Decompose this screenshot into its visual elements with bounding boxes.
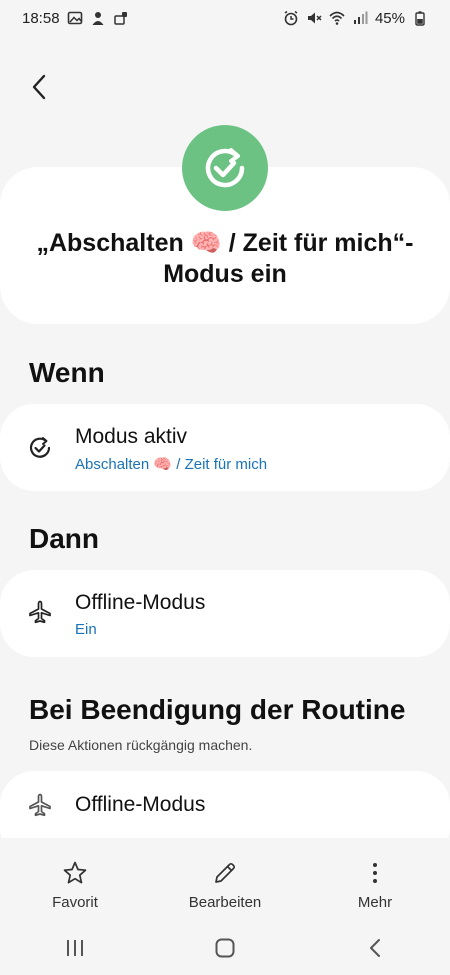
more-button[interactable]: Mehr: [300, 838, 450, 920]
back-button[interactable]: [22, 70, 56, 104]
status-left: 18:58: [22, 10, 129, 27]
status-right: 45%: [283, 10, 428, 27]
home-button[interactable]: [195, 928, 255, 968]
status-time: 18:58: [22, 9, 60, 27]
image-icon: [67, 10, 83, 26]
bottom-toolbar: Favorit Bearbeiten Mehr: [0, 838, 450, 920]
pencil-icon: [212, 860, 238, 886]
chevron-left-icon: [370, 938, 380, 957]
notification-icon: [113, 10, 129, 26]
section-subtitle-end: Diese Aktionen rückgängig machen.: [29, 737, 253, 753]
wifi-icon: [329, 10, 345, 26]
action-card[interactable]: Offline-Modus Ein: [0, 570, 450, 657]
recent-apps-button[interactable]: [45, 928, 105, 968]
mode-check-icon: [26, 434, 54, 462]
airplane-icon: [26, 791, 54, 819]
section-title-wenn: Wenn: [29, 357, 105, 388]
condition-title: Modus aktiv: [75, 425, 188, 448]
section-title-dann: Dann: [29, 523, 99, 554]
recent-apps-icon: [67, 939, 83, 956]
favorite-label: Favorit: [52, 894, 98, 911]
edit-button[interactable]: Bearbeiten: [150, 838, 300, 920]
status-bar: 18:58 45%: [0, 0, 450, 36]
mute-icon: [306, 10, 322, 26]
battery-icon: [412, 10, 428, 26]
home-icon: [215, 938, 235, 957]
person-icon: [90, 10, 106, 26]
favorite-button[interactable]: Favorit: [0, 838, 150, 920]
signal-icon: [352, 10, 368, 26]
edit-label: Bearbeiten: [188, 894, 262, 911]
chevron-left-icon: [32, 74, 46, 100]
alarm-icon: [283, 10, 299, 26]
action-subtitle: Ein: [75, 621, 97, 638]
condition-subtitle: Abschalten 🧠 / Zeit für mich: [75, 456, 268, 473]
battery-percent: 45%: [374, 9, 405, 27]
routine-check-icon: [182, 125, 268, 211]
airplane-icon: [26, 598, 54, 626]
system-navigation-bar: [0, 920, 450, 975]
system-back-button[interactable]: [345, 928, 405, 968]
more-label: Mehr: [357, 894, 393, 911]
star-icon: [62, 860, 88, 886]
end-action-title: Offline-Modus: [75, 793, 206, 816]
section-title-end: Bei Beendigung der Routine: [29, 694, 406, 725]
routine-title: „Abschalten 🧠 / Zeit für mich“-Modus ein: [36, 229, 414, 288]
more-vertical-icon: [362, 860, 388, 886]
action-title: Offline-Modus: [75, 591, 206, 614]
condition-card[interactable]: Modus aktiv Abschalten 🧠 / Zeit für mich: [0, 404, 450, 491]
